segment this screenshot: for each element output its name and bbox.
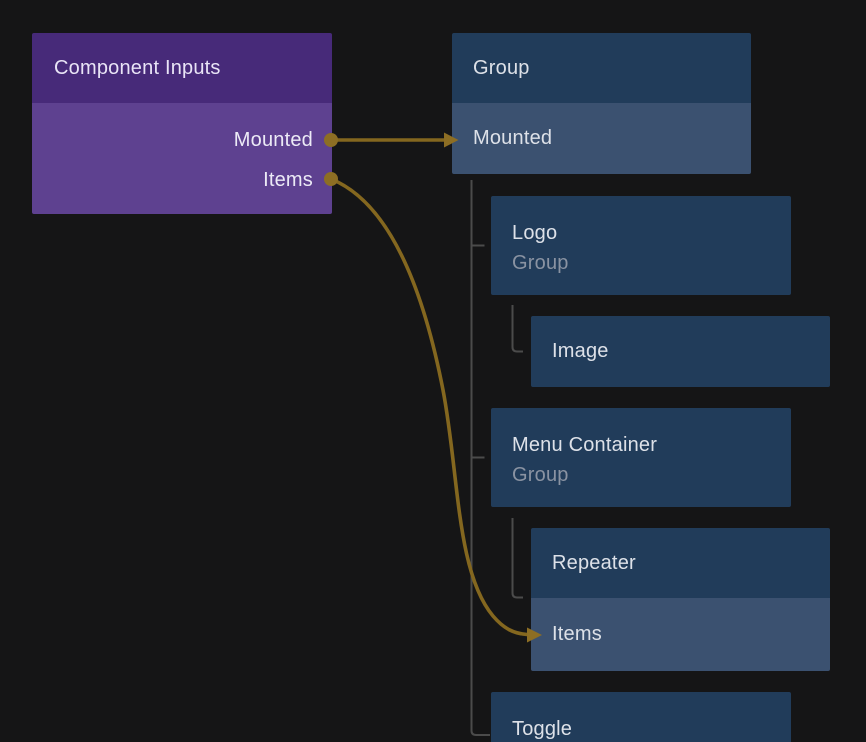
repeater-items-input-row[interactable]: Items — [531, 598, 830, 671]
group-node-title: Group — [473, 57, 530, 80]
output-label-mounted: Mounted — [234, 129, 313, 152]
group-node[interactable]: Group Mounted — [452, 33, 751, 174]
repeater-node-header[interactable]: Repeater — [531, 528, 830, 598]
image-node-title: Image — [552, 340, 609, 363]
logo-node-subtitle: Group — [512, 248, 791, 278]
menu-container-title: Menu Container — [512, 430, 791, 460]
logo-node-title: Logo — [512, 218, 791, 248]
component-inputs-title: Component Inputs — [54, 57, 221, 80]
output-label-items: Items — [263, 169, 313, 192]
component-inputs-node[interactable]: Component Inputs Mounted Items — [32, 33, 332, 214]
component-inputs-header[interactable]: Component Inputs — [32, 33, 332, 103]
logo-node[interactable]: Logo Group — [491, 196, 791, 295]
image-node[interactable]: Image — [531, 316, 830, 387]
toggle-node-title: Toggle — [512, 714, 791, 742]
output-row-mounted[interactable]: Mounted — [32, 120, 332, 160]
group-mounted-input-row[interactable]: Mounted — [452, 103, 751, 174]
repeater-node-title: Repeater — [552, 552, 636, 575]
toggle-node[interactable]: Toggle — [491, 692, 791, 742]
group-mounted-label: Mounted — [473, 127, 552, 150]
repeater-node[interactable]: Repeater Items — [531, 528, 830, 671]
menu-container-subtitle: Group — [512, 460, 791, 490]
component-inputs-body: Mounted Items — [32, 103, 332, 214]
node-graph-canvas[interactable]: Component Inputs Mounted Items Group Mou… — [0, 0, 866, 742]
repeater-items-label: Items — [552, 623, 602, 646]
menu-container-node[interactable]: Menu Container Group — [491, 408, 791, 507]
group-node-header[interactable]: Group — [452, 33, 751, 103]
output-row-items[interactable]: Items — [32, 160, 332, 200]
